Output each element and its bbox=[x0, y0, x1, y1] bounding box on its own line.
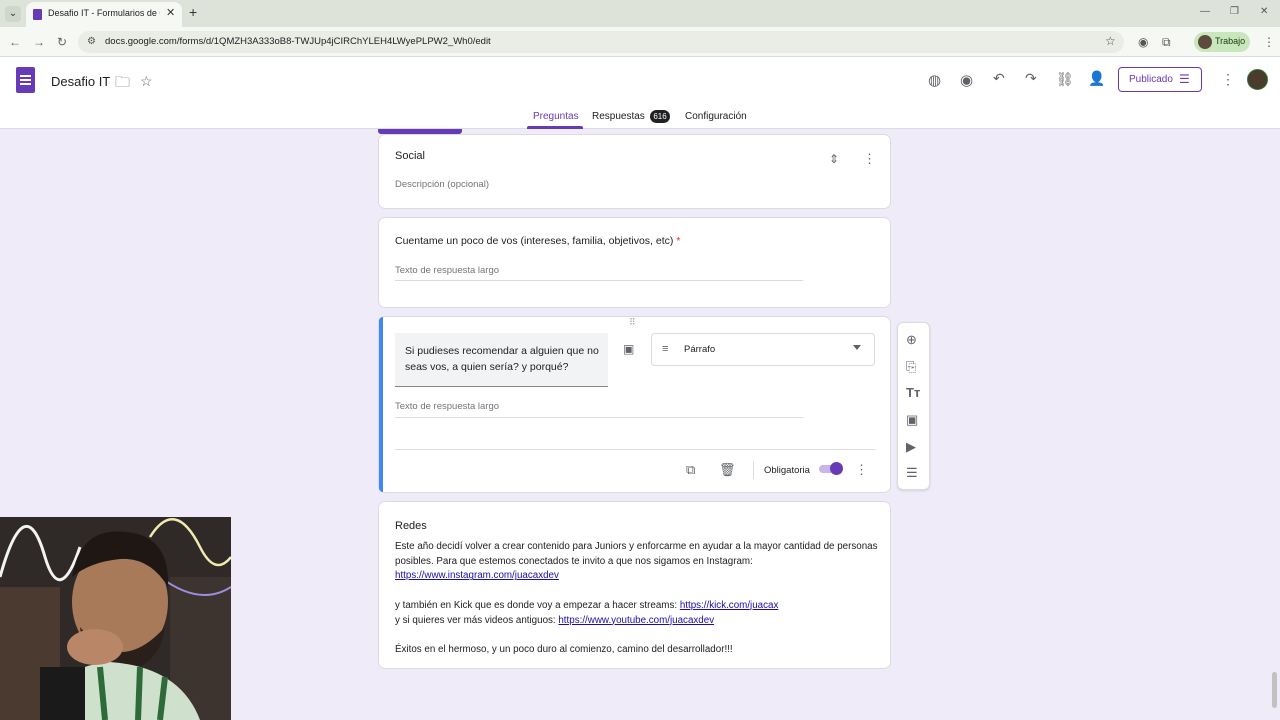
preview-eye-icon[interactable]: ◉ bbox=[960, 71, 973, 89]
side-toolbar: ⊕ ⎘ Tт ▣ ▶ ☰ bbox=[897, 322, 930, 490]
required-toggle[interactable] bbox=[817, 462, 843, 476]
question-title: Cuentame un poco de vos (intereses, fami… bbox=[395, 235, 680, 247]
forward-icon[interactable]: → bbox=[33, 35, 45, 49]
youtube-link[interactable]: https://www.youtube.com/juacaxdev bbox=[558, 615, 714, 626]
redes-line-2: y también en Kick que es donde voy a emp… bbox=[395, 599, 680, 611]
redes-line-1: Este año decidí volver a crear contenido… bbox=[395, 541, 878, 567]
instagram-link[interactable]: https://www.instagram.com/juacaxdev bbox=[395, 570, 559, 581]
duplicate-icon[interactable]: ⧉ bbox=[686, 462, 695, 478]
long-answer-placeholder: Texto de respuesta largo bbox=[395, 265, 500, 276]
profile-chip[interactable]: Trabajo bbox=[1194, 32, 1250, 52]
site-info-icon[interactable]: ⚙ bbox=[87, 36, 96, 47]
text-item-title: Redes bbox=[395, 520, 427, 532]
browser-tab-bar: ⌄ Desafio IT - Formularios de Goo ✕ + — … bbox=[0, 0, 1280, 27]
long-answer-placeholder: Texto de respuesta largo bbox=[395, 401, 500, 412]
browser-tab[interactable]: Desafio IT - Formularios de Goo ✕ bbox=[26, 2, 182, 27]
restore-icon[interactable]: ❐ bbox=[1230, 6, 1239, 17]
publish-settings-icon: ☰ bbox=[1179, 72, 1190, 86]
minimize-icon[interactable]: — bbox=[1200, 6, 1210, 17]
add-image-icon[interactable]: ▣ bbox=[906, 412, 918, 428]
undo-icon[interactable]: ↶ bbox=[993, 70, 1005, 87]
section-title[interactable]: Social bbox=[395, 150, 425, 162]
forms-favicon-icon bbox=[33, 9, 42, 20]
publish-button[interactable]: Publicado ☰ bbox=[1118, 67, 1202, 92]
window-close-icon[interactable]: ✕ bbox=[1260, 6, 1268, 17]
chevron-down-icon bbox=[853, 345, 861, 350]
required-asterisk: * bbox=[676, 235, 681, 247]
section-more-icon[interactable]: ⋮ bbox=[863, 151, 876, 167]
add-video-icon[interactable]: ▶ bbox=[906, 439, 916, 455]
palette-icon[interactable]: ◍ bbox=[928, 71, 941, 89]
more-options-icon[interactable]: ⋮ bbox=[1221, 71, 1235, 88]
tab-questions[interactable]: Preguntas bbox=[533, 111, 579, 122]
active-question-indicator bbox=[379, 317, 383, 492]
redo-icon[interactable]: ↷ bbox=[1025, 70, 1037, 87]
add-collaborator-icon[interactable]: 👤 bbox=[1088, 70, 1105, 87]
avatar[interactable] bbox=[1247, 69, 1268, 90]
url-text: docs.google.com/forms/d/1QMZH3A333oB8-TW… bbox=[105, 36, 491, 47]
text-item-description: Este año decidí volver a crear contenido… bbox=[395, 540, 885, 658]
question-type-select[interactable]: ≡ Párrafo bbox=[651, 333, 875, 366]
question-type-label: Párrafo bbox=[684, 344, 716, 355]
url-field[interactable]: ⚙ docs.google.com/forms/d/1QMZH3A333oB8-… bbox=[78, 31, 1124, 53]
active-question-card[interactable]: ⠿ Si pudieses recomendar a alguien que n… bbox=[378, 316, 891, 493]
section-description[interactable]: Descripción (opcional) bbox=[395, 179, 489, 190]
add-title-icon[interactable]: Tт bbox=[906, 385, 920, 400]
redes-line-4: Éxitos en el hermoso, y un poco duro al … bbox=[395, 643, 733, 655]
tab-title: Desafio IT - Formularios de Goo bbox=[48, 8, 160, 18]
webcam-overlay bbox=[0, 517, 231, 720]
section-header-card[interactable]: Social Descripción (opcional) ⇕ ⋮ bbox=[378, 134, 891, 209]
active-tab-indicator bbox=[527, 126, 583, 129]
forms-header: Desafio IT 🗀 ☆ ◍ ◉ ↶ ↷ ⛓ 👤 Publicado ☰ ⋮… bbox=[0, 57, 1280, 129]
paragraph-icon: ≡ bbox=[662, 343, 669, 355]
form-title[interactable]: Desafio IT bbox=[51, 74, 110, 89]
new-tab-icon[interactable]: + bbox=[189, 5, 197, 19]
footer-vertical-divider bbox=[753, 461, 754, 479]
text-item-card[interactable]: Redes Este año decidí volver a crear con… bbox=[378, 501, 891, 669]
add-image-icon[interactable]: ▣ bbox=[623, 342, 634, 356]
forms-logo-icon[interactable] bbox=[16, 67, 35, 93]
question-card[interactable]: Cuentame un poco de vos (intereses, fami… bbox=[378, 217, 891, 308]
link-icon[interactable]: ⛓ bbox=[1056, 71, 1074, 88]
answer-underline bbox=[395, 280, 803, 281]
extension-icon[interactable]: ◉ bbox=[1138, 35, 1148, 49]
form-tabs: Preguntas Respuestas 616 Configuración bbox=[0, 107, 1280, 129]
drag-handle-icon[interactable]: ⠿ bbox=[629, 317, 636, 328]
tab-search-icon[interactable]: ⌄ bbox=[5, 6, 21, 22]
browser-menu-icon[interactable]: ⋮ bbox=[1263, 35, 1275, 49]
bookmark-star-icon[interactable]: ☆ bbox=[1105, 34, 1116, 48]
profile-avatar bbox=[1198, 35, 1212, 49]
question-more-icon[interactable]: ⋮ bbox=[855, 462, 868, 478]
footer-divider bbox=[395, 449, 875, 450]
required-label: Obligatoria bbox=[764, 465, 810, 476]
collapse-icon[interactable]: ⇕ bbox=[829, 152, 839, 166]
question-title-text: Si pudieses recomendar a alguien que no … bbox=[405, 345, 599, 373]
back-icon[interactable]: ← bbox=[9, 35, 21, 49]
folder-icon[interactable]: 🗀 bbox=[115, 72, 130, 97]
extensions-puzzle-icon[interactable]: ⧉ bbox=[1162, 35, 1171, 50]
question-title-text: Cuentame un poco de vos (intereses, fami… bbox=[395, 235, 674, 247]
star-icon[interactable]: ☆ bbox=[140, 73, 153, 90]
redes-line-3: y si quieres ver más videos antiguos: bbox=[395, 614, 559, 626]
profile-label: Trabajo bbox=[1215, 36, 1246, 46]
add-section-icon[interactable]: ☰ bbox=[906, 465, 918, 481]
add-question-icon[interactable]: ⊕ bbox=[906, 332, 917, 348]
toggle-knob bbox=[830, 462, 843, 475]
webcam-feed-image bbox=[0, 517, 231, 720]
tab-close-icon[interactable]: ✕ bbox=[166, 6, 175, 19]
publish-label: Publicado bbox=[1129, 74, 1173, 85]
scrollbar[interactable] bbox=[1272, 672, 1277, 708]
delete-icon[interactable]: 🗑 bbox=[719, 462, 736, 478]
answer-underline bbox=[395, 417, 803, 418]
address-bar: ← → ↻ ⚙ docs.google.com/forms/d/1QMZH3A3… bbox=[0, 27, 1280, 57]
tab-responses[interactable]: Respuestas bbox=[592, 111, 645, 122]
kick-link[interactable]: https://kick.com/juacax bbox=[680, 600, 779, 611]
responses-count-badge: 616 bbox=[650, 110, 670, 123]
reload-icon[interactable]: ↻ bbox=[57, 35, 67, 49]
import-questions-icon[interactable]: ⎘ bbox=[906, 359, 916, 375]
tab-settings[interactable]: Configuración bbox=[685, 111, 747, 122]
question-title-input[interactable]: Si pudieses recomendar a alguien que no … bbox=[395, 333, 608, 387]
